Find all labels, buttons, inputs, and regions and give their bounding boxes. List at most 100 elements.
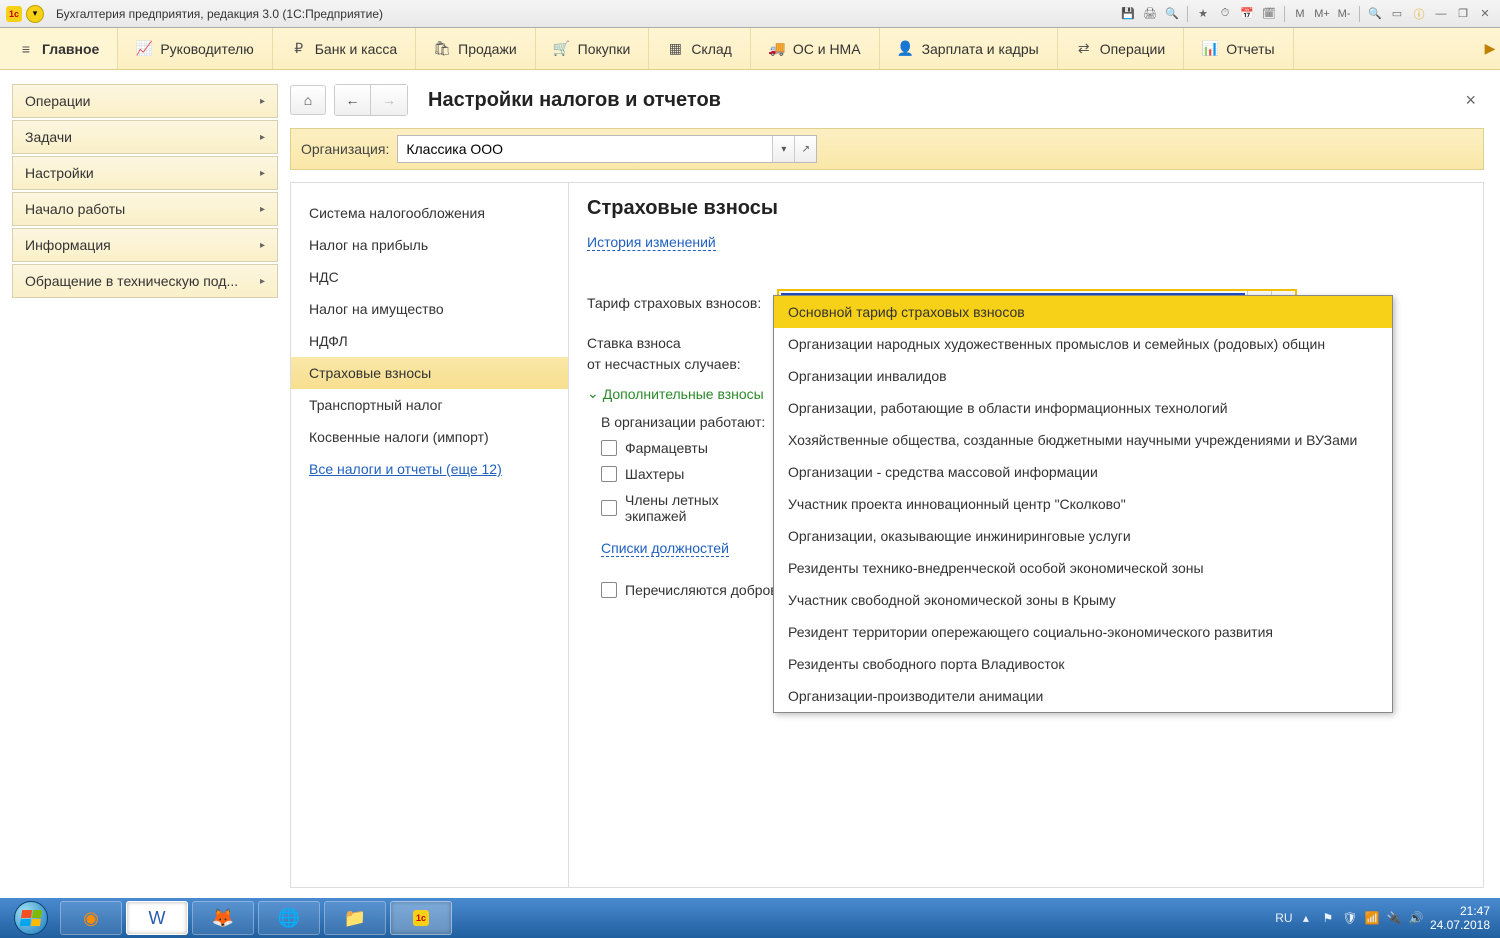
dropdown-item[interactable]: Организации, работающие в области информ… xyxy=(774,392,1392,424)
tray-power-icon[interactable]: 🔌 xyxy=(1386,910,1402,926)
tray-network-icon[interactable]: 📶 xyxy=(1364,910,1380,926)
sidebar-operations[interactable]: Операции▸ xyxy=(12,84,278,118)
preview-icon[interactable]: 🔍 xyxy=(1163,6,1181,22)
checkbox[interactable] xyxy=(601,466,617,482)
tray-shield-icon[interactable]: 🛡 xyxy=(1342,910,1358,926)
tax-menu-item[interactable]: Транспортный налог xyxy=(291,389,568,421)
checkbox[interactable] xyxy=(601,500,617,516)
tax-menu-all-link[interactable]: Все налоги и отчеты (еще 12) xyxy=(291,453,568,485)
lang-indicator[interactable]: RU xyxy=(1276,910,1292,926)
back-button[interactable]: ← xyxy=(335,85,371,115)
sidebar-start[interactable]: Начало работы▸ xyxy=(12,192,278,226)
sidebar-support[interactable]: Обращение в техническую под...▸ xyxy=(12,264,278,298)
checkbox[interactable] xyxy=(601,440,617,456)
dropdown-item[interactable]: Организации инвалидов xyxy=(774,360,1392,392)
bars-icon: 📊 xyxy=(1202,41,1218,57)
history-icon[interactable]: ⏱ xyxy=(1216,6,1234,22)
dropdown-item[interactable]: Организации-производители анимации xyxy=(774,680,1392,712)
nav-more-icon[interactable]: ▶ xyxy=(1480,28,1500,69)
favorite-icon[interactable]: ★ xyxy=(1194,6,1212,22)
maximize-button[interactable]: ❐ xyxy=(1454,6,1472,22)
dropdown-item[interactable]: Участник проекта инновационный центр "Ск… xyxy=(774,488,1392,520)
tariff-dropdown-list[interactable]: Основной тариф страховых взносов Организ… xyxy=(773,295,1393,713)
mminus-icon[interactable]: M- xyxy=(1335,6,1353,22)
close-button[interactable]: ✕ xyxy=(1476,6,1494,22)
info-icon[interactable]: ⓘ xyxy=(1410,6,1428,22)
dropdown-item[interactable]: Резиденты технико-внедренческой особой э… xyxy=(774,552,1392,584)
tax-menu-item[interactable]: Налог на имущество xyxy=(291,293,568,325)
dropdown-item[interactable]: Организации, оказывающие инжиниринговые … xyxy=(774,520,1392,552)
minimize-button[interactable]: — xyxy=(1432,6,1450,22)
taskbar-media[interactable]: ◉ xyxy=(60,901,122,935)
taskbar-firefox[interactable]: 🦊 xyxy=(192,901,254,935)
tax-menu-item[interactable]: Налог на прибыль xyxy=(291,229,568,261)
dropdown-item[interactable]: Участник свободной экономической зоны в … xyxy=(774,584,1392,616)
tax-menu-item[interactable]: НДС xyxy=(291,261,568,293)
dropdown-item[interactable]: Организации народных художественных пром… xyxy=(774,328,1392,360)
org-open-button[interactable]: ↗ xyxy=(794,136,816,162)
forward-button[interactable]: → xyxy=(371,85,407,115)
calc-icon[interactable]: 🗓 xyxy=(1260,6,1278,22)
window-title: Бухгалтерия предприятия, редакция 3.0 (1… xyxy=(56,7,383,21)
menu-icon: ≡ xyxy=(18,41,34,57)
taskbar-word[interactable]: W xyxy=(126,901,188,935)
taskbar-chrome[interactable]: 🌐 xyxy=(258,901,320,935)
tray-up-icon[interactable]: ▴ xyxy=(1298,910,1314,926)
taskbar-explorer[interactable]: 📁 xyxy=(324,901,386,935)
main-navbar: ≡Главное 📈Руководителю ₽Банк и касса 🛍Пр… xyxy=(0,28,1500,70)
taskbar-clock[interactable]: 21:47 24.07.2018 xyxy=(1430,904,1490,933)
nav-bank[interactable]: ₽Банк и касса xyxy=(273,28,416,69)
org-field[interactable]: ▾ ↗ xyxy=(397,135,817,163)
cart-icon: 🛒 xyxy=(554,41,570,57)
taskbar-1c[interactable]: 1c xyxy=(390,901,452,935)
nav-assets[interactable]: 🚚ОС и НМА xyxy=(751,28,880,69)
org-input[interactable] xyxy=(398,141,772,157)
chevron-right-icon: ▸ xyxy=(260,204,265,215)
tax-menu-item[interactable]: НДФЛ xyxy=(291,325,568,357)
nav-main[interactable]: ≡Главное xyxy=(0,28,118,69)
home-button[interactable]: ⌂ xyxy=(290,85,326,115)
save-icon[interactable]: 💾 xyxy=(1119,6,1137,22)
nav-reports[interactable]: 📊Отчеты xyxy=(1184,28,1293,69)
print-icon[interactable]: 🖨 xyxy=(1141,6,1159,22)
tax-menu-item-active[interactable]: Страховые взносы xyxy=(291,357,568,389)
tray-volume-icon[interactable]: 🔊 xyxy=(1408,910,1424,926)
nav-sales[interactable]: 🛍Продажи xyxy=(416,28,535,69)
m-icon[interactable]: M xyxy=(1291,6,1309,22)
sidebar-label: Обращение в техническую под... xyxy=(25,273,238,289)
sidebar-label: Операции xyxy=(25,93,91,109)
dropdown-item[interactable]: Организации - средства массовой информац… xyxy=(774,456,1392,488)
tax-menu-item[interactable]: Система налогообложения xyxy=(291,197,568,229)
nav-label: Операции xyxy=(1100,41,1166,57)
mplus-icon[interactable]: M+ xyxy=(1313,6,1331,22)
sidebar-label: Настройки xyxy=(25,165,94,181)
nav-warehouse[interactable]: ▦Склад xyxy=(649,28,751,69)
sidebar-info[interactable]: Информация▸ xyxy=(12,228,278,262)
dropdown-item[interactable]: Хозяйственные общества, созданные бюджет… xyxy=(774,424,1392,456)
history-link[interactable]: История изменений xyxy=(587,234,716,251)
panels-icon[interactable]: ▭ xyxy=(1388,6,1406,22)
person-icon: 👤 xyxy=(898,41,914,57)
nav-purchases[interactable]: 🛒Покупки xyxy=(536,28,650,69)
sidebar-tasks[interactable]: Задачи▸ xyxy=(12,120,278,154)
page-close-button[interactable]: × xyxy=(1457,86,1484,115)
dropdown-item[interactable]: Резиденты свободного порта Владивосток xyxy=(774,648,1392,680)
tray-flag-icon[interactable]: ⚑ xyxy=(1320,910,1336,926)
positions-link[interactable]: Списки должностей xyxy=(601,540,729,557)
nav-operations[interactable]: ⇄Операции xyxy=(1058,28,1185,69)
start-button[interactable] xyxy=(4,898,58,938)
grid-icon: ▦ xyxy=(667,41,683,57)
nav-salary[interactable]: 👤Зарплата и кадры xyxy=(880,28,1058,69)
sidebar-settings[interactable]: Настройки▸ xyxy=(12,156,278,190)
zoom-icon[interactable]: 🔍 xyxy=(1366,6,1384,22)
org-dropdown-button[interactable]: ▾ xyxy=(772,136,794,162)
checkbox-label: Шахтеры xyxy=(625,466,684,482)
checkbox[interactable] xyxy=(601,582,617,598)
dropdown-item[interactable]: Основной тариф страховых взносов xyxy=(774,296,1392,328)
calendar-icon[interactable]: 📅 xyxy=(1238,6,1256,22)
nav-label: Руководителю xyxy=(160,41,253,57)
tax-menu-item[interactable]: Косвенные налоги (импорт) xyxy=(291,421,568,453)
nav-manager[interactable]: 📈Руководителю xyxy=(118,28,272,69)
dropdown-icon[interactable]: ▾ xyxy=(26,5,44,23)
dropdown-item[interactable]: Резидент территории опережающего социаль… xyxy=(774,616,1392,648)
